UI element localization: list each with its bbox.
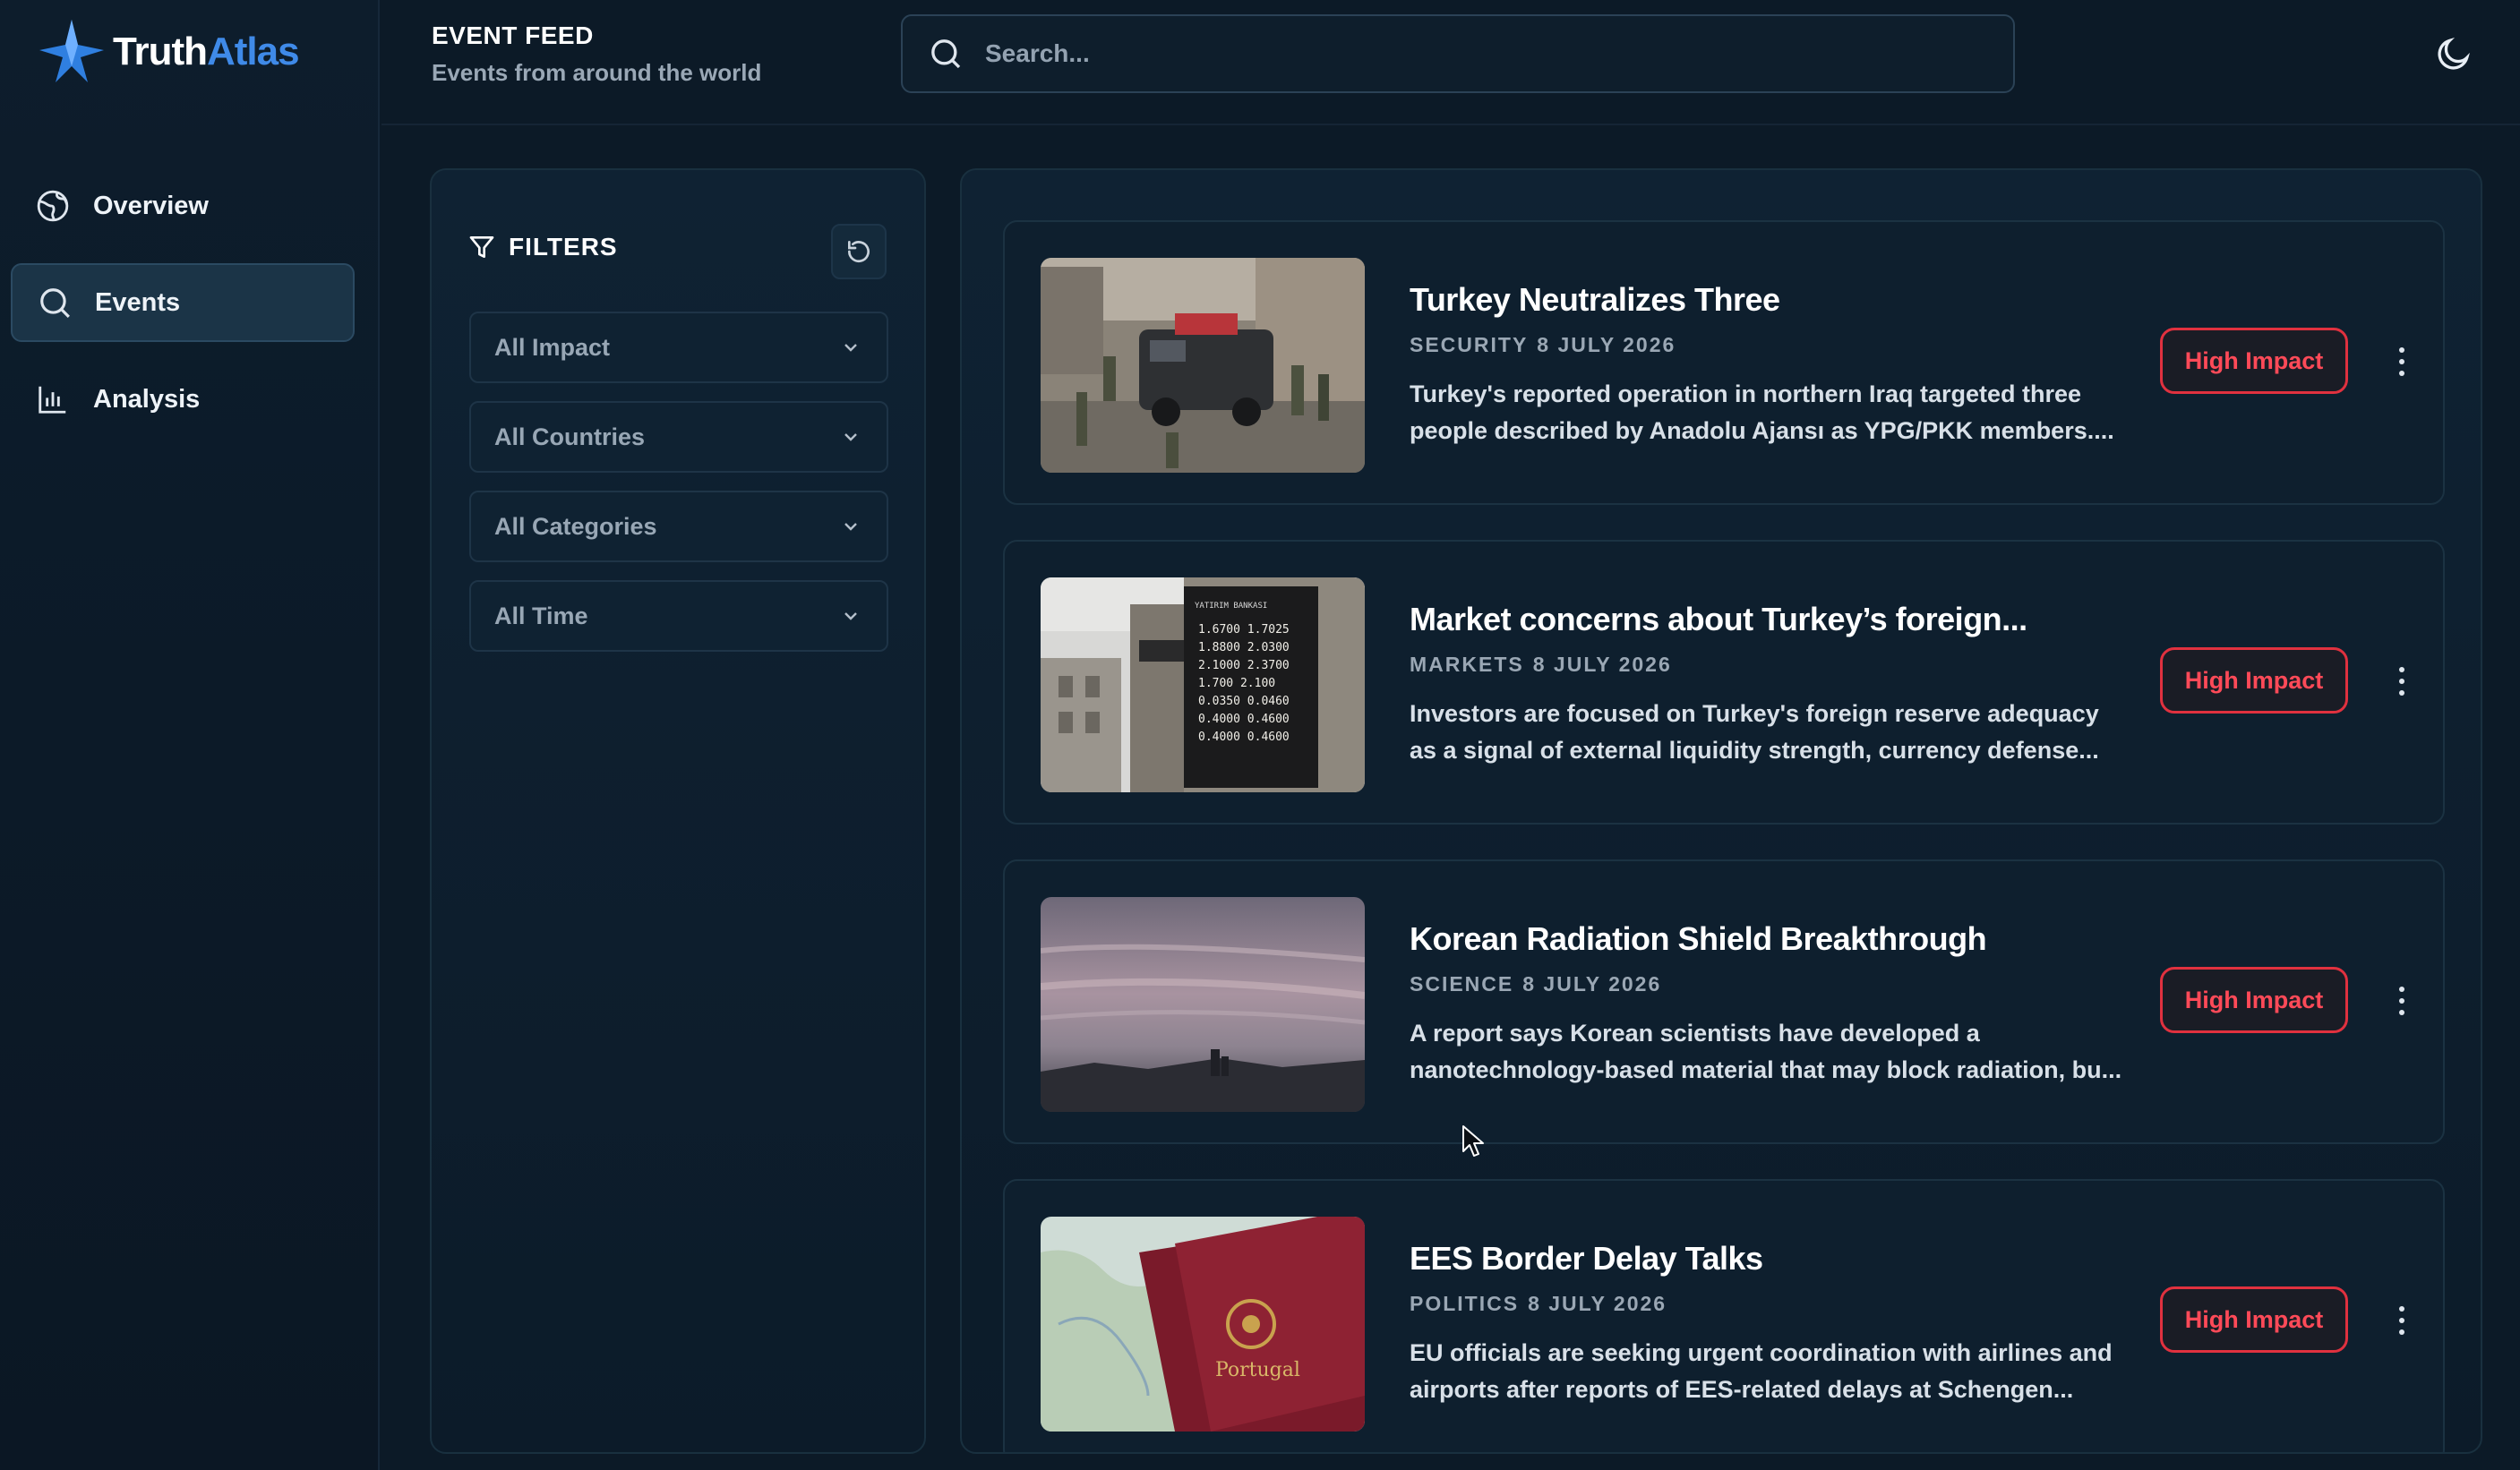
more-options-icon[interactable]: [2393, 983, 2411, 1019]
filters-heading: FILTERS: [467, 233, 618, 261]
globe-icon: [37, 190, 69, 222]
sidebar-nav: Overview Events Analysis: [11, 167, 355, 457]
reset-filters-button[interactable]: [831, 224, 887, 279]
category-filter-select[interactable]: All Categories: [469, 491, 888, 562]
event-category: MARKETS: [1410, 653, 1524, 676]
passport-country-text: Portugal: [1215, 1359, 1300, 1381]
reset-icon: [847, 241, 870, 263]
impact-badge: High Impact: [2160, 1286, 2348, 1353]
event-meta: SECURITY 8 JULY 2026: [1410, 333, 1676, 357]
more-options-icon[interactable]: [2393, 1303, 2411, 1338]
rate-row: 0.4000 0.4600: [1198, 731, 1290, 744]
sidebar-item-label: Events: [95, 287, 181, 317]
event-card[interactable]: Portugal EES Border Delay Talks POLITICS…: [1003, 1179, 2445, 1452]
chevron-down-icon: [844, 433, 857, 441]
event-meta: MARKETS 8 JULY 2026: [1410, 653, 1672, 677]
event-category: SECURITY: [1410, 333, 1529, 356]
filters-panel: FILTERS All Impact All Countries All Cat…: [430, 168, 926, 1454]
chevron-down-icon: [844, 612, 857, 620]
event-card[interactable]: YATIRIM BANKASI 1.6700 1.7025 1.8800 2.0…: [1003, 540, 2445, 825]
armored-vehicle-street-image: [1041, 258, 1365, 473]
top-header: EVENT FEED Events from around the world: [381, 0, 2520, 125]
event-meta: POLITICS 8 JULY 2026: [1410, 1292, 1667, 1316]
event-thumbnail[interactable]: Portugal: [1041, 1217, 1365, 1432]
sidebar-item-label: Analysis: [93, 384, 201, 414]
chevron-down-icon: [844, 523, 857, 531]
filter-icon: [469, 236, 494, 258]
impact-badge: High Impact: [2160, 967, 2348, 1033]
event-title[interactable]: Market concerns about Turkey’s foreign..…: [1410, 601, 2027, 638]
select-value: All Impact: [494, 333, 611, 361]
event-title[interactable]: Korean Radiation Shield Breakthrough: [1410, 920, 1987, 958]
event-thumbnail[interactable]: YATIRIM BANKASI 1.6700 1.7025 1.8800 2.0…: [1041, 577, 1365, 792]
sidebar-item-overview[interactable]: Overview: [11, 167, 355, 245]
sidebar-item-analysis[interactable]: Analysis: [11, 360, 355, 439]
rate-row: 1.6700 1.7025: [1198, 623, 1290, 637]
select-value: All Categories: [494, 512, 657, 540]
impact-filter-select[interactable]: All Impact: [469, 312, 888, 383]
event-description: A report says Korean scientists have dev…: [1410, 1020, 2122, 1083]
event-description: Investors are focused on Turkey's foreig…: [1410, 700, 2099, 764]
impact-badge: High Impact: [2160, 647, 2348, 714]
select-value: All Time: [494, 602, 588, 629]
currency-rate-board-image: YATIRIM BANKASI 1.6700 1.7025 1.8800 2.0…: [1041, 577, 1365, 792]
sidebar-item-events[interactable]: Events: [11, 263, 355, 342]
sidebar-item-label: Overview: [93, 191, 209, 220]
rate-row: 0.4000 0.4600: [1198, 713, 1290, 726]
more-options-icon[interactable]: [2393, 663, 2411, 699]
search-bar[interactable]: [901, 14, 2015, 93]
event-category: SCIENCE: [1410, 972, 1514, 996]
event-title[interactable]: EES Border Delay Talks: [1410, 1240, 1763, 1278]
event-date: 8 JULY 2026: [1532, 653, 1672, 676]
more-options-icon[interactable]: [2393, 344, 2411, 380]
filters-heading-label: FILTERS: [509, 233, 618, 261]
country-filter-select[interactable]: All Countries: [469, 401, 888, 473]
select-value: All Countries: [494, 423, 646, 450]
search-input[interactable]: [985, 39, 1970, 68]
rate-row: 2.1000 2.3700: [1198, 659, 1290, 672]
chevron-down-icon: [844, 344, 857, 352]
rate-row: 0.0350 0.0460: [1198, 695, 1290, 708]
logo-word-truth: Truth: [113, 30, 208, 73]
moon-icon[interactable]: [2434, 34, 2473, 73]
event-date: 8 JULY 2026: [1522, 972, 1662, 996]
mouse-cursor-icon: [1462, 1125, 1484, 1157]
logo-word-atlas: Atlas: [206, 30, 300, 73]
event-thumbnail[interactable]: [1041, 897, 1365, 1112]
passport-map-image: Portugal: [1041, 1217, 1365, 1432]
atlas-logo-icon: [39, 20, 104, 82]
event-title[interactable]: Turkey Neutralizes Three: [1410, 281, 1780, 319]
event-category: POLITICS: [1410, 1292, 1520, 1315]
event-card[interactable]: Turkey Neutralizes Three SECURITY 8 JULY …: [1003, 220, 2445, 505]
page-title: EVENT FEED: [432, 21, 594, 49]
sky-clouds-image: [1041, 897, 1365, 1112]
svg-text:YATIRIM BANKASI: YATIRIM BANKASI: [1195, 602, 1267, 611]
rate-row: 1.8800 2.0300: [1198, 641, 1290, 654]
time-filter-select[interactable]: All Time: [469, 580, 888, 652]
event-thumbnail[interactable]: [1041, 258, 1365, 473]
app-logo[interactable]: TruthAtlas: [36, 16, 300, 88]
event-description: EU officials are seeking urgent coordina…: [1410, 1339, 2113, 1403]
search-icon: [40, 288, 70, 318]
event-date: 8 JULY 2026: [1537, 333, 1676, 356]
event-feed: Turkey Neutralizes Three SECURITY 8 JULY …: [960, 168, 2482, 1454]
impact-badge: High Impact: [2160, 328, 2348, 394]
event-meta: SCIENCE 8 JULY 2026: [1410, 972, 1661, 996]
search-icon: [931, 39, 961, 69]
page-subtitle: Events from around the world: [432, 59, 762, 86]
rate-row: 1.700 2.100: [1198, 677, 1275, 690]
event-date: 8 JULY 2026: [1528, 1292, 1667, 1315]
event-description: Turkey's reported operation in northern …: [1410, 380, 2114, 444]
bar-chart-icon: [39, 386, 66, 414]
event-card[interactable]: Korean Radiation Shield Breakthrough SCI…: [1003, 859, 2445, 1144]
sidebar: TruthAtlas Overview Events Analysis: [0, 0, 380, 1470]
